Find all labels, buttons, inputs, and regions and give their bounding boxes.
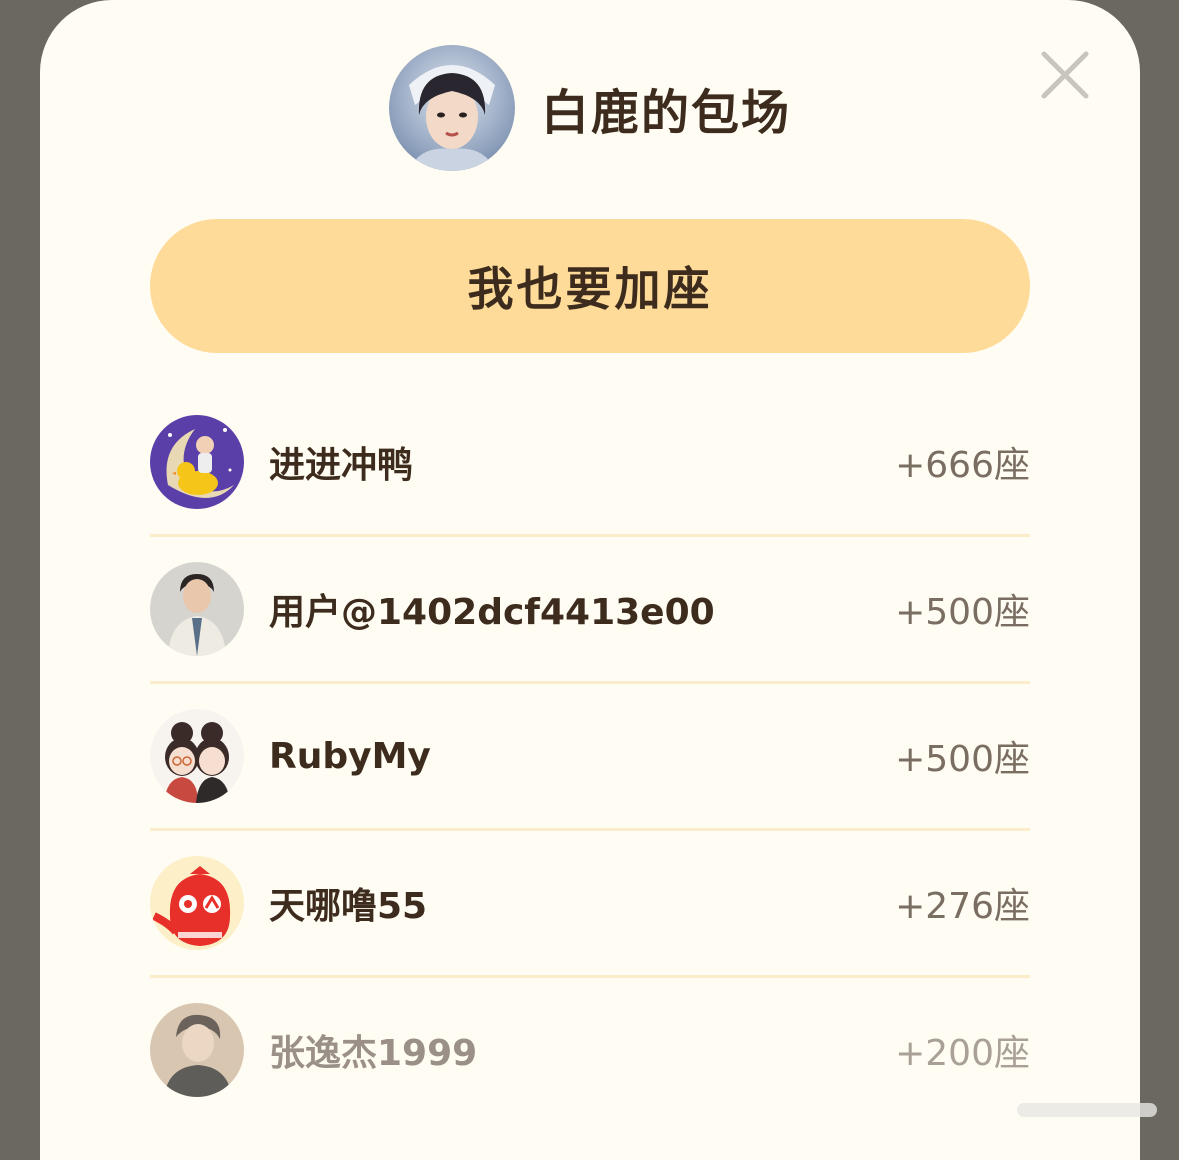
supporter-name: 天哪噜55 [269,886,428,927]
list-item[interactable]: 用户@1402dcf4413e00 +500座 [150,537,1030,681]
supporter-name: 进进冲鸭 [269,445,414,486]
supporter-name: RubyMy [269,735,431,777]
supporter-list: 进进冲鸭 +666座 用户@1402dcf4413e00 +500座 RubyM… [150,390,1030,1122]
man-suit-avatar [150,562,244,656]
list-item[interactable]: 张逸杰1999 +200座 [150,978,1030,1122]
man-portrait-avatar [150,1003,244,1097]
red-mascot-avatar [150,856,244,950]
seat-count: +200座 [895,1033,1030,1074]
sheet-header: 白鹿的包场 [40,44,1140,172]
seat-count: +276座 [895,886,1030,927]
supporter-name: 用户@1402dcf4413e00 [269,592,715,633]
seat-count: +500座 [895,592,1030,633]
cartoon-couple-avatar [150,709,244,803]
host-avatar[interactable] [388,45,515,171]
list-item[interactable]: 天哪噜55 +276座 [150,831,1030,975]
page-title: 白鹿的包场 [540,85,791,141]
supporter-name: 张逸杰1999 [269,1033,478,1074]
seat-count: +500座 [895,739,1030,780]
duck-moon-avatar [150,415,244,509]
join-seat-button[interactable]: 我也要加座 [150,219,1030,353]
seat-count: +666座 [895,445,1030,486]
blurred-watermark [1007,1089,1167,1129]
list-item[interactable]: RubyMy +500座 [150,684,1030,828]
list-item[interactable]: 进进冲鸭 +666座 [150,390,1030,534]
bottom-sheet: 白鹿的包场 我也要加座 进进冲鸭 +666座 用户@1402dcf4413e00… [40,0,1140,1160]
close-icon[interactable] [1040,50,1090,100]
